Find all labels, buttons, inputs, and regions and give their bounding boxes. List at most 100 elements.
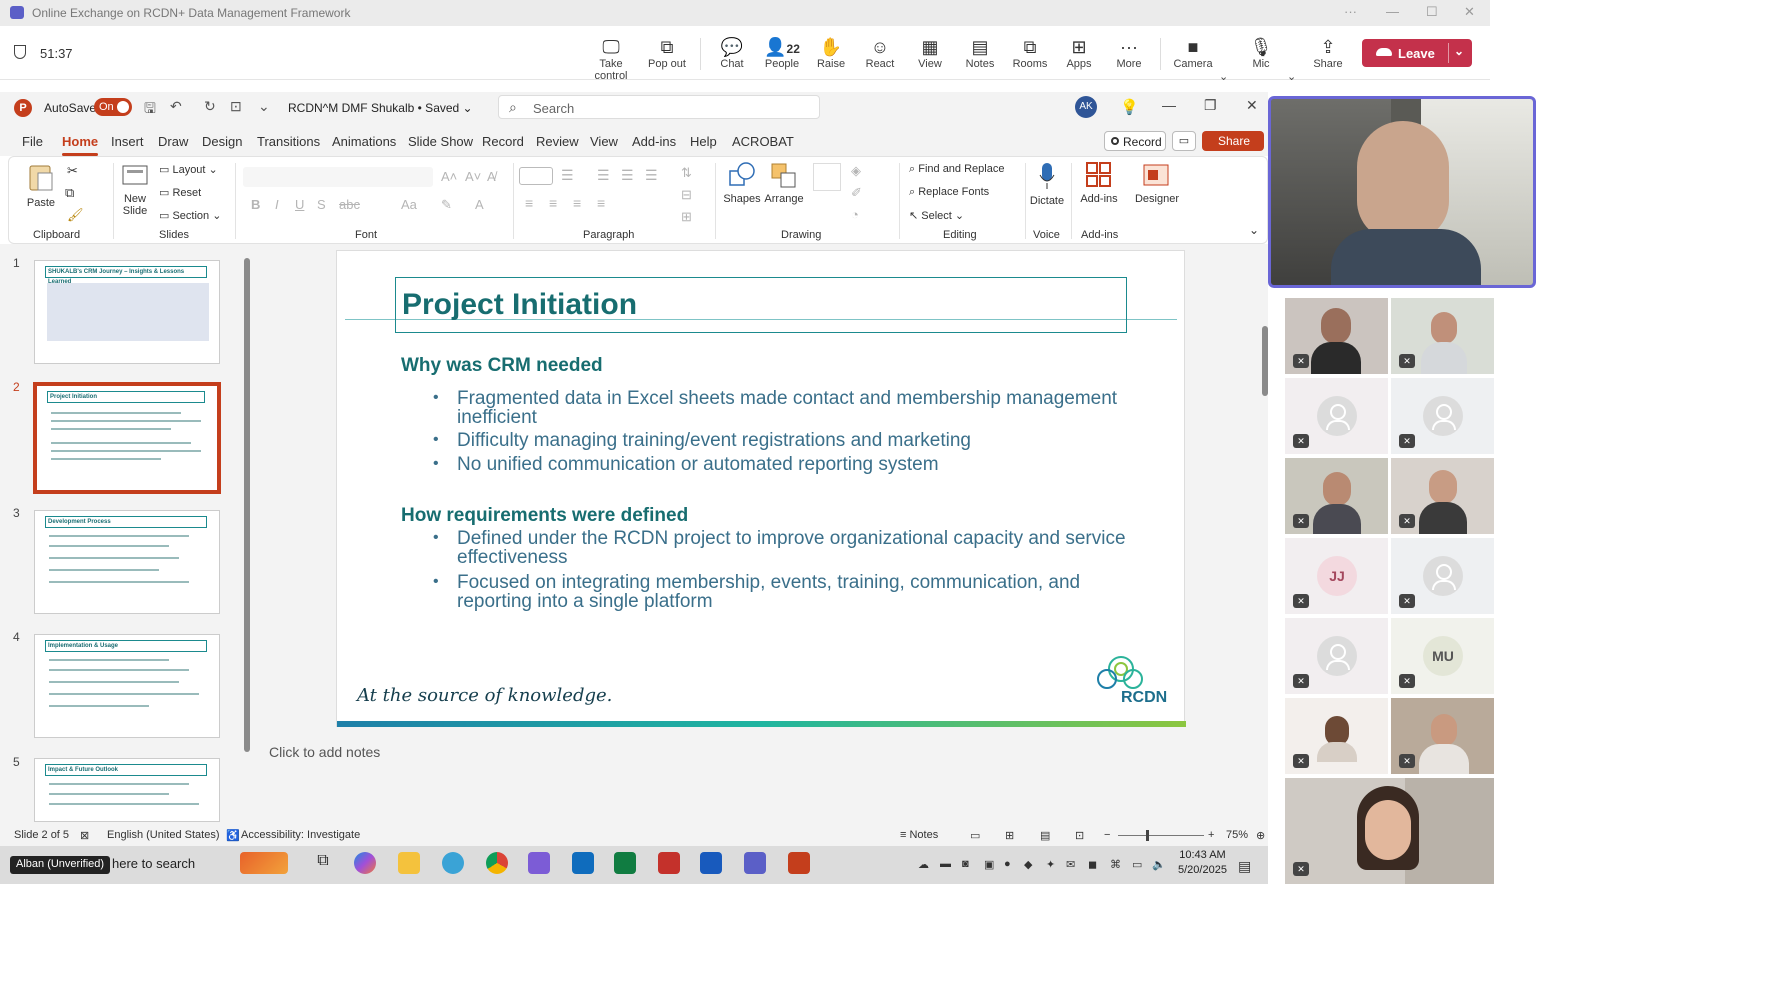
participant-tile-7[interactable]: JJ ✕ bbox=[1285, 538, 1388, 614]
clear-format-icon[interactable]: A̸ bbox=[487, 169, 496, 184]
participant-tile-10[interactable]: MU ✕ bbox=[1391, 618, 1494, 694]
reset-button[interactable]: ▭ Reset bbox=[159, 186, 201, 199]
normal-view-icon[interactable]: ▭ bbox=[970, 829, 980, 842]
react-button[interactable]: ☺ React bbox=[854, 36, 906, 70]
paste-button[interactable]: Paste bbox=[23, 163, 59, 209]
zoom-slider[interactable] bbox=[1118, 835, 1204, 836]
present-icon[interactable]: ⊡ bbox=[230, 98, 242, 115]
participant-tile-11[interactable]: ✕ bbox=[1285, 698, 1388, 774]
outlook-icon[interactable] bbox=[572, 852, 594, 874]
app-shield-icon[interactable] bbox=[528, 852, 550, 874]
camera-chevron-icon[interactable]: ⌄ bbox=[1219, 70, 1228, 83]
tray-mail-icon[interactable]: ✉ bbox=[1066, 858, 1075, 871]
close-icon[interactable]: ✕ bbox=[1246, 97, 1258, 114]
tab-design[interactable]: Design bbox=[202, 134, 242, 149]
minimize-icon[interactable]: — bbox=[1162, 97, 1176, 113]
participant-tile-6[interactable]: ✕ bbox=[1391, 458, 1494, 534]
restore-icon[interactable]: ❐ bbox=[1204, 97, 1217, 114]
reading-view-icon[interactable]: ▤ bbox=[1040, 829, 1050, 842]
redo-icon[interactable]: ↻ bbox=[204, 98, 216, 115]
quick-styles-icon[interactable] bbox=[813, 163, 841, 191]
camera-button[interactable]: ■ Camera bbox=[1167, 36, 1219, 70]
comments-button[interactable]: ▭ bbox=[1172, 131, 1196, 151]
slide-thumbnail-1[interactable]: SHUKALB's CRM Journey – Insights & Lesso… bbox=[34, 260, 220, 364]
spelling-icon[interactable]: ⊠ bbox=[80, 829, 89, 842]
italic-icon[interactable]: I bbox=[275, 197, 279, 212]
align-center-icon[interactable]: ≡ bbox=[549, 195, 557, 211]
zoom-level[interactable]: 75% bbox=[1226, 829, 1248, 841]
find-replace-button[interactable]: ⌕ Find and Replace bbox=[909, 163, 1004, 176]
rooms-button[interactable]: ⧉ Rooms bbox=[1004, 36, 1056, 70]
leave-button[interactable]: Leave ⌄ bbox=[1362, 39, 1472, 67]
smartart-icon[interactable]: ⊞ bbox=[681, 209, 692, 225]
search-input[interactable]: ⌕ Search bbox=[498, 95, 820, 119]
tray-acrobat-icon[interactable]: ◼ bbox=[1088, 858, 1097, 871]
shadow-icon[interactable]: S bbox=[317, 197, 326, 212]
tray-app-icon[interactable]: ✦ bbox=[1046, 858, 1055, 871]
tab-transitions[interactable]: Transitions bbox=[257, 134, 320, 149]
align-right-icon[interactable]: ≡ bbox=[573, 195, 581, 211]
powerpoint-taskbar-icon[interactable] bbox=[788, 852, 810, 874]
participant-tile-3[interactable]: ✕ bbox=[1285, 378, 1388, 454]
shape-effects-icon[interactable]: ◔ bbox=[851, 207, 859, 222]
align-left-icon[interactable]: ≡ bbox=[525, 195, 533, 211]
lightbulb-icon[interactable]: 💡 bbox=[1120, 98, 1139, 116]
tab-file[interactable]: File bbox=[22, 134, 43, 149]
pop-out-button[interactable]: ⧉ Pop out bbox=[641, 36, 693, 70]
font-name-select[interactable] bbox=[243, 167, 433, 187]
tray-network-icon[interactable]: ⌘ bbox=[1110, 858, 1121, 871]
zoom-slider-thumb[interactable] bbox=[1146, 830, 1149, 841]
more-button[interactable]: ··· More bbox=[1103, 36, 1155, 70]
people-button[interactable]: 👤22 People bbox=[756, 36, 808, 70]
record-button[interactable]: Record bbox=[1104, 131, 1166, 151]
outdent-icon[interactable]: ☰ bbox=[621, 167, 634, 184]
apps-button[interactable]: ⊞ Apps bbox=[1053, 36, 1105, 70]
format-painter-icon[interactable]: 🖌 bbox=[67, 207, 84, 223]
participant-tile-4[interactable]: ✕ bbox=[1391, 378, 1494, 454]
share-screen-button[interactable]: ⇪ Share bbox=[1302, 36, 1354, 70]
chevron-down-icon[interactable]: ⌄ bbox=[1454, 44, 1464, 58]
mic-button[interactable]: 🎙 Mic bbox=[1235, 36, 1287, 70]
minimize-icon[interactable]: — bbox=[1386, 4, 1399, 19]
text-direction-icon[interactable]: ⇅ bbox=[681, 165, 692, 181]
self-view-video[interactable]: ✕ bbox=[1285, 778, 1494, 884]
tray-folder-icon[interactable]: ▬ bbox=[940, 858, 951, 870]
select-button[interactable]: ↖ Select ⌄ bbox=[909, 209, 964, 222]
bold-icon[interactable]: B bbox=[251, 197, 260, 212]
taskbar-search[interactable]: here to search bbox=[112, 856, 195, 871]
slide-thumbnail-3[interactable]: Development Process bbox=[34, 510, 220, 614]
mic-chevron-icon[interactable]: ⌄ bbox=[1287, 70, 1296, 83]
text-direction-select[interactable] bbox=[519, 167, 553, 185]
fit-slide-icon[interactable]: ⊕ bbox=[1256, 829, 1265, 842]
user-avatar[interactable]: AK bbox=[1075, 96, 1097, 118]
notes-toggle[interactable]: ≡ Notes bbox=[900, 829, 938, 841]
new-slide-button[interactable]: New Slide bbox=[117, 163, 153, 217]
slide-thumbnail-5[interactable]: Impact & Future Outlook bbox=[34, 758, 220, 822]
shrink-font-icon[interactable]: A˅ bbox=[465, 169, 481, 184]
take-control-button[interactable]: 🖵 Take control bbox=[585, 36, 637, 82]
tab-animations[interactable]: Animations bbox=[332, 134, 396, 149]
tab-view[interactable]: View bbox=[590, 134, 618, 149]
slide-thumbnail-2[interactable]: Project Initiation bbox=[33, 382, 221, 494]
active-speaker-video[interactable] bbox=[1268, 96, 1536, 288]
copilot-icon[interactable] bbox=[354, 852, 376, 874]
strikethrough-icon[interactable]: abc bbox=[339, 197, 360, 212]
shapes-button[interactable]: Shapes bbox=[721, 161, 763, 205]
shape-outline-icon[interactable]: ✐ bbox=[851, 185, 862, 201]
tray-screen-icon[interactable]: ▣ bbox=[984, 858, 994, 871]
participant-tile-9[interactable]: ✕ bbox=[1285, 618, 1388, 694]
shape-fill-icon[interactable]: ◈ bbox=[851, 163, 861, 179]
grow-font-icon[interactable]: A˄ bbox=[441, 169, 457, 184]
save-icon[interactable]: 🖫 bbox=[144, 98, 156, 122]
view-button[interactable]: ▦ View bbox=[904, 36, 956, 70]
notifications-icon[interactable]: ▤ bbox=[1238, 858, 1251, 875]
language-status[interactable]: English (United States) bbox=[107, 829, 220, 841]
participant-tile-8[interactable]: ✕ bbox=[1391, 538, 1494, 614]
browser-icon[interactable] bbox=[442, 852, 464, 874]
highlight-icon[interactable]: ✎ bbox=[441, 197, 452, 213]
autosave-toggle[interactable]: On bbox=[94, 98, 132, 116]
customize-icon[interactable]: ⌄ bbox=[258, 98, 270, 115]
accessibility-status[interactable]: Accessibility: Investigate bbox=[241, 829, 360, 841]
notes-placeholder[interactable]: Click to add notes bbox=[269, 744, 380, 760]
document-name[interactable]: RCDN^M DMF Shukalb • Saved ⌄ bbox=[288, 101, 473, 115]
